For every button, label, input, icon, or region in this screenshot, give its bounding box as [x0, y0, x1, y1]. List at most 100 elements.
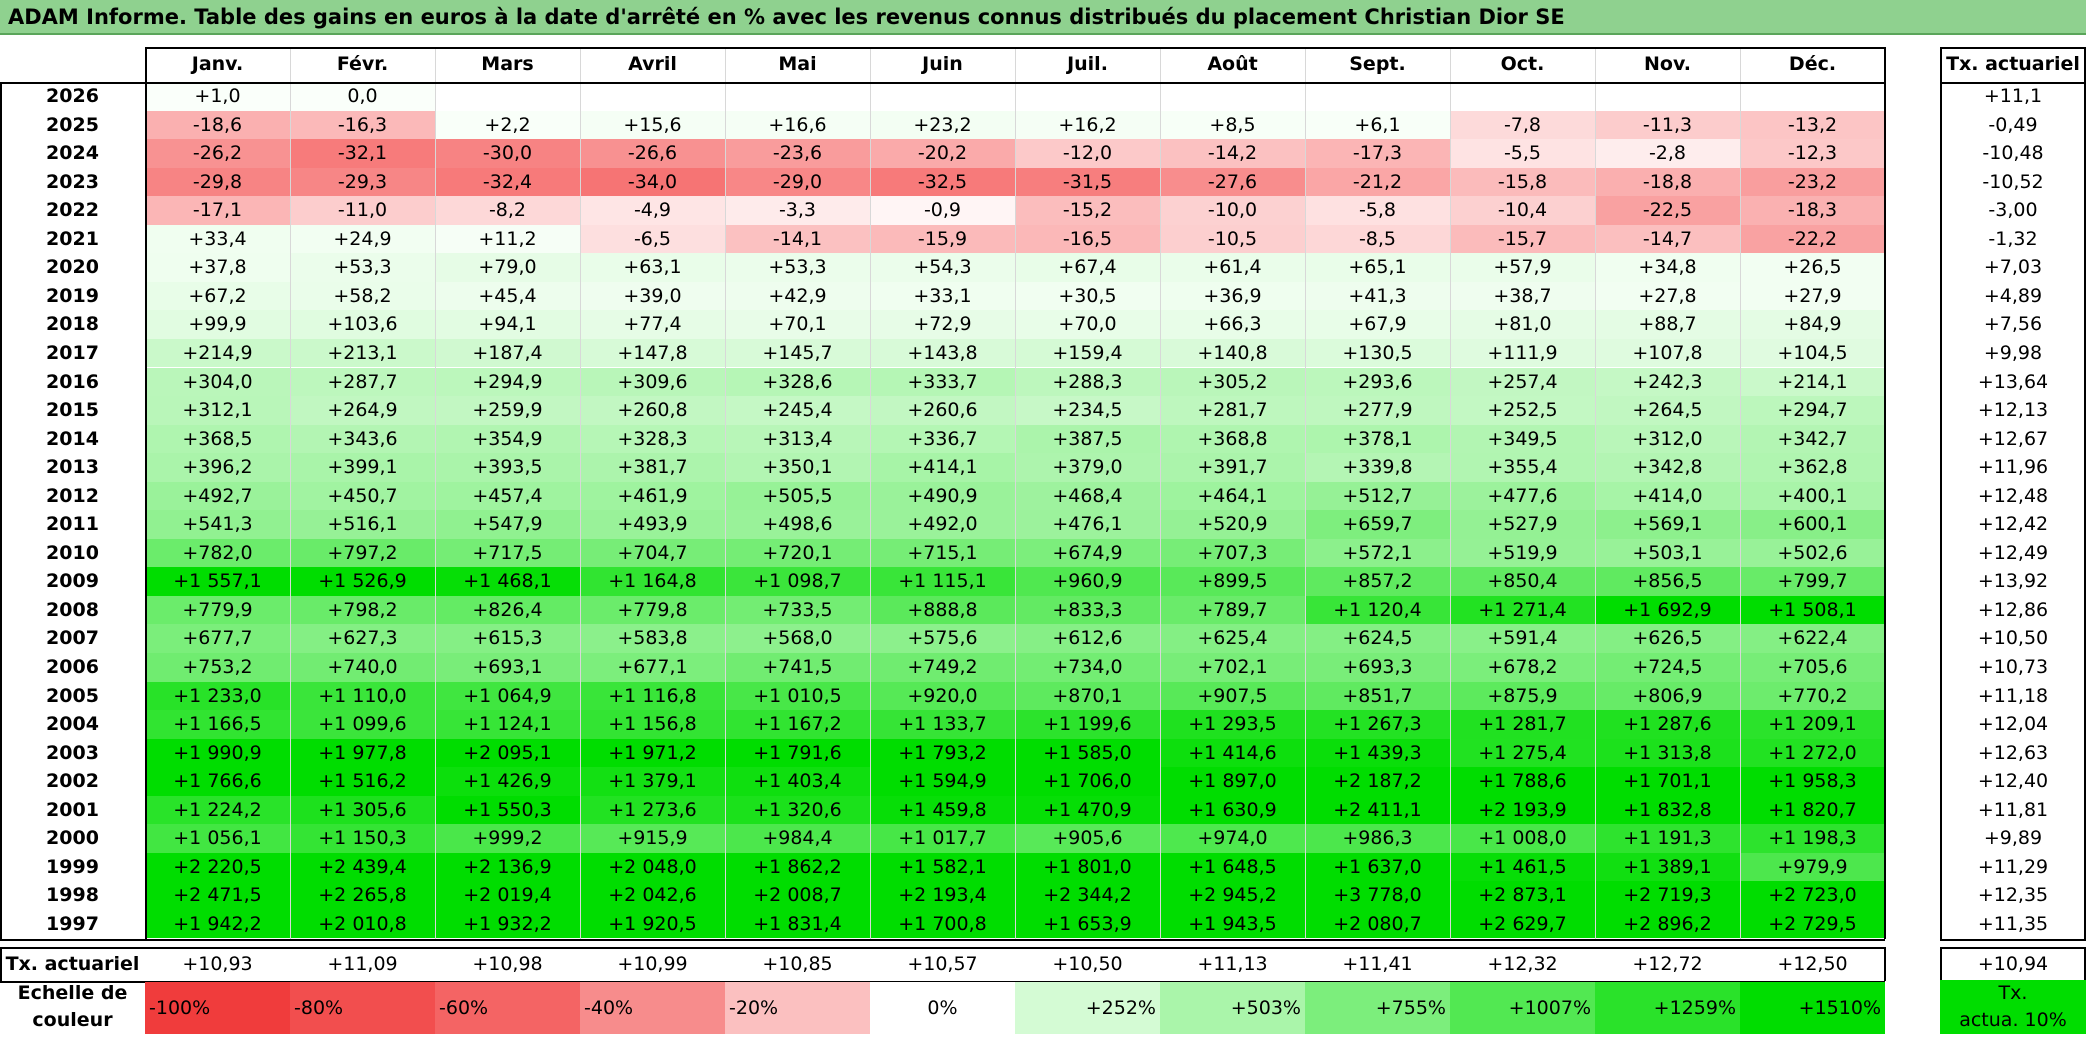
- table-cell: +3 778,0: [1305, 881, 1450, 910]
- footer-tx-border-top: [1940, 946, 2086, 949]
- table-cell: +54,3: [870, 253, 1015, 282]
- table-cell: +33,1: [870, 281, 1015, 311]
- table-cell: +1 648,5: [1160, 852, 1305, 882]
- table-cell: +45,4: [435, 281, 580, 311]
- table-cell: +294,9: [435, 367, 580, 397]
- table-cell: +875,9: [1450, 681, 1595, 711]
- table-cell: -14,7: [1595, 224, 1740, 254]
- table-cell: +1 115,1: [870, 567, 1015, 596]
- row-year-label: 2005: [46, 684, 99, 707]
- column-header: Déc.: [1788, 53, 1837, 75]
- table-cell: +84,9: [1740, 310, 1885, 339]
- table-cell: +16,6: [725, 110, 870, 140]
- table-cell: +264,5: [1595, 396, 1740, 425]
- table-cell: +343,6: [290, 424, 435, 454]
- table-cell: +888,8: [870, 595, 1015, 625]
- row-year-label: 1999: [46, 855, 99, 878]
- table-cell: +2 729,5: [1740, 909, 1885, 939]
- table-cell: +503,1: [1595, 538, 1740, 568]
- table-cell: +11,2: [435, 224, 580, 254]
- tx-cell: -3,00: [1988, 199, 2038, 222]
- footer-cell: +10,99: [617, 952, 688, 975]
- tx-cell: +11,81: [1977, 798, 2049, 821]
- table-cell: +88,7: [1595, 310, 1740, 339]
- table-cell: +717,5: [435, 538, 580, 568]
- table-cell: +461,9: [580, 481, 725, 511]
- table-cell: +1 313,8: [1595, 738, 1740, 768]
- table-cell: +58,2: [290, 281, 435, 311]
- table-cell: +1 630,9: [1160, 795, 1305, 825]
- table-cell: +37,8: [145, 253, 290, 282]
- tx-border-top: [1940, 47, 2086, 49]
- table-cell: +65,1: [1305, 253, 1450, 282]
- table-cell: +512,7: [1305, 481, 1450, 511]
- table-cell: +1 110,0: [290, 681, 435, 711]
- table-cell: +159,4: [1015, 338, 1160, 368]
- table-cell: +387,5: [1015, 424, 1160, 454]
- row-year-label: 2021: [46, 227, 99, 250]
- table-cell: +2 187,2: [1305, 767, 1450, 796]
- table-cell: +355,4: [1450, 453, 1595, 482]
- table-cell: +309,6: [580, 367, 725, 397]
- tx-cell: +12,04: [1977, 713, 2049, 736]
- table-cell: +519,9: [1450, 538, 1595, 568]
- table-cell: -26,6: [580, 139, 725, 168]
- table-cell: +103,6: [290, 310, 435, 339]
- table-cell: +1 233,0: [145, 681, 290, 711]
- table-cell: +70,0: [1015, 310, 1160, 339]
- table-cell: +26,5: [1740, 253, 1885, 282]
- table-cell: -18,3: [1740, 196, 1885, 225]
- table-cell: -0,9: [870, 196, 1015, 225]
- tx-cell: -10,52: [1982, 170, 2044, 193]
- table-cell: +368,8: [1160, 424, 1305, 454]
- column-header: Nov.: [1643, 53, 1691, 75]
- footer-cell: +10,98: [472, 952, 543, 975]
- table-cell: +1 637,0: [1305, 852, 1450, 882]
- table-cell: -15,9: [870, 224, 1015, 254]
- table-cell: +905,6: [1015, 824, 1160, 853]
- column-header: Mars: [481, 53, 534, 75]
- tx-cell: +12,67: [1977, 427, 2049, 450]
- table-cell: +67,4: [1015, 253, 1160, 282]
- table-cell: +1 056,1: [145, 824, 290, 853]
- table-cell: +1 167,2: [725, 710, 870, 739]
- row-year-label: 2024: [46, 142, 99, 165]
- column-separator: [725, 47, 726, 939]
- table-cell: +1 820,7: [1740, 795, 1885, 825]
- table-cell: -8,2: [435, 196, 580, 225]
- table-cell: +39,0: [580, 281, 725, 311]
- table-cell: +305,2: [1160, 367, 1305, 397]
- table-cell: -11,0: [290, 196, 435, 225]
- table-cell: +999,2: [435, 824, 580, 853]
- table-cell: +79,0: [435, 253, 580, 282]
- table-cell: +505,5: [725, 481, 870, 511]
- footer-cell: +11,09: [327, 952, 398, 975]
- table-cell: [1015, 82, 1160, 111]
- column-header: Janv.: [191, 53, 244, 75]
- table-cell: +1 320,6: [725, 795, 870, 825]
- tx-cell: +10,73: [1977, 656, 2049, 678]
- table-cell: +1 585,0: [1015, 738, 1160, 768]
- table-cell: +870,1: [1015, 681, 1160, 711]
- table-title: ADAM Informe. Table des gains en euros à…: [0, 0, 2086, 35]
- footer-cell: +10,50: [1052, 952, 1123, 975]
- table-cell: +107,8: [1595, 338, 1740, 368]
- table-cell: +1 281,7: [1450, 710, 1595, 739]
- table-cell: +899,5: [1160, 567, 1305, 596]
- grid-border-bottom: [0, 938, 1885, 941]
- color-scale-label-line2: couleur: [32, 1009, 113, 1031]
- table-cell: +541,3: [145, 510, 290, 539]
- table-cell: +2 193,4: [870, 881, 1015, 910]
- row-year-label: 2025: [46, 113, 99, 136]
- table-cell: +850,4: [1450, 567, 1595, 596]
- table-cell: [725, 82, 870, 111]
- tx-cell: +11,29: [1977, 855, 2049, 878]
- table-cell: +920,0: [870, 681, 1015, 711]
- table-cell: +234,5: [1015, 396, 1160, 425]
- tx-cell: +13,64: [1977, 370, 2049, 393]
- table-cell: +1 379,1: [580, 767, 725, 796]
- table-cell: +57,9: [1450, 253, 1595, 282]
- table-cell: +1 977,8: [290, 738, 435, 768]
- table-cell: +1 116,8: [580, 681, 725, 711]
- table-cell: -29,0: [725, 167, 870, 197]
